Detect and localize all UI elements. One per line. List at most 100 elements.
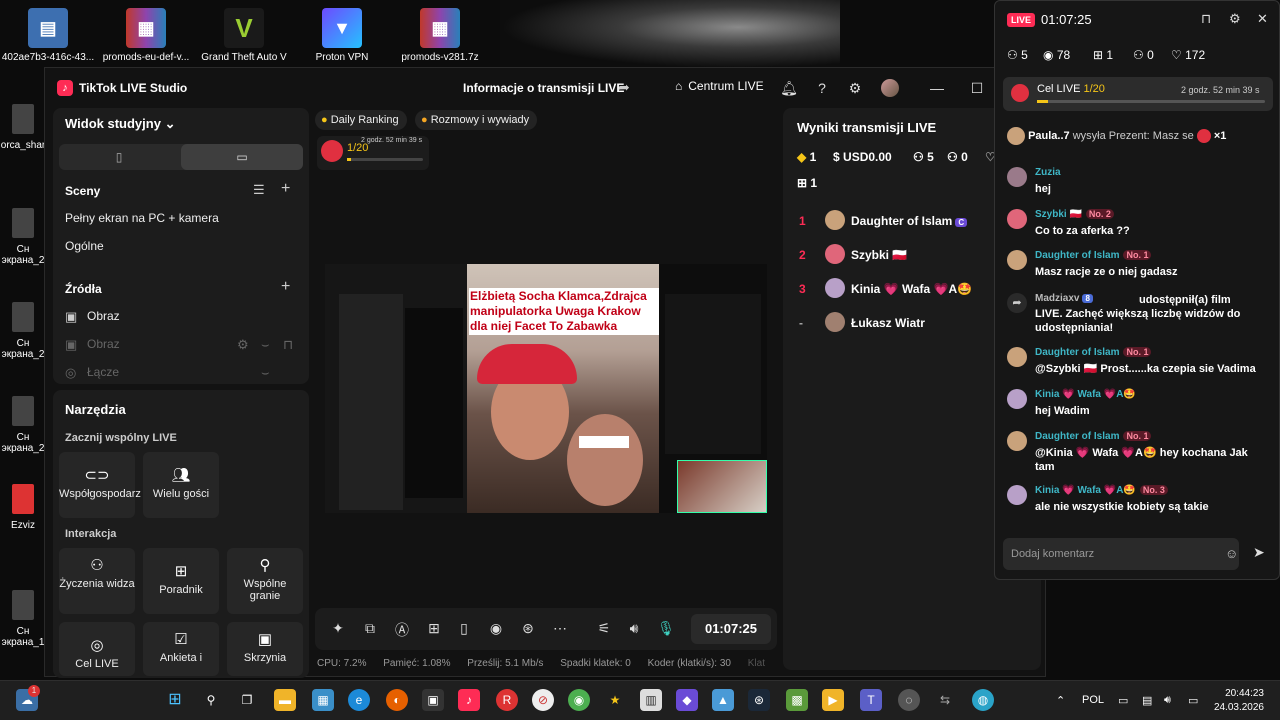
source-item[interactable]: Obraz [87,337,120,351]
windows-start-icon[interactable]: ⊞ [164,689,186,711]
app-icon[interactable]: ◍ [972,689,994,711]
cohost-button[interactable]: ⊂⊃ Współgospodarz [59,452,141,518]
scene-item[interactable]: Pełny ekran na PC + kamera [65,211,219,225]
effects-icon[interactable]: ⧉ [361,620,379,637]
app-icon[interactable]: ▥ [640,689,662,711]
encoder-stat: Koder (klatki/s): 30 [647,658,731,669]
steam-icon[interactable]: ⊛ [748,689,770,711]
app-icon[interactable]: ★ [604,689,626,711]
volume-icon[interactable]: 🔊︎ [1164,694,1171,707]
more-icon[interactable]: ⋯ [551,620,569,637]
file-explorer-icon[interactable]: ▬ [274,689,296,711]
daily-ranking-pill[interactable]: ● Daily Ranking [315,110,407,130]
desktop-icon-file[interactable]: ▤ 402ae7b3-416c-43... [0,4,96,63]
treasure-box-button[interactable]: ▣ Skrzynia [227,622,303,676]
scene-item[interactable]: Ogólne [65,239,104,253]
add-scene-icon[interactable]: + [281,180,290,198]
firefox-icon[interactable]: ◐ [386,689,408,711]
gear-icon[interactable]: ⚙ [1229,11,1241,27]
lock-icon[interactable]: ⊓ [283,337,293,353]
chrome-icon[interactable]: ◉ [568,689,590,711]
speaker-icon[interactable]: 🔊︎ [625,620,643,637]
scene-switch-icon[interactable]: ⊞ [425,620,443,637]
desktop-icon-promods-7z[interactable]: ▦ promods-v281.7z [392,4,488,63]
app-icon[interactable]: ◌ [898,689,920,711]
settings-icon[interactable]: ⚙ [237,337,249,353]
sliders-icon[interactable]: ⚟ [595,620,613,637]
studio-view-dropdown[interactable]: Widok studyjny ⌄ [65,116,175,132]
hide-icon[interactable]: ⌣ [261,365,270,381]
desktop-icon-screenshot[interactable]: Сн экрана_2 [0,396,46,454]
results-title: Wyniki transmisji LIVE [797,120,937,135]
task-view-icon[interactable]: ❐ [236,689,258,711]
app-icon[interactable]: ▩ [786,689,808,711]
diamonds-stat: ◆ 1 [797,150,817,164]
app-icon[interactable]: ▶ [822,689,844,711]
app-icon[interactable]: ⇆ [934,689,956,711]
minimize-icon[interactable]: — [927,78,947,98]
magic-wand-icon[interactable]: ✦ [329,620,347,637]
category-pill[interactable]: ● Rozmowy i wywiady [415,110,538,130]
add-source-icon[interactable]: + [281,278,290,296]
ai-icon[interactable]: Ⓐ [393,620,411,640]
record-icon[interactable]: ◉ [487,620,505,637]
edge-icon[interactable]: e [348,689,370,711]
desktop-icon-promods-def[interactable]: ▦ promods-eu-def-v... [98,4,194,63]
live-info-link[interactable]: Informacje o transmisji LIVE [463,81,624,95]
comment-input[interactable]: Dodaj komentarz [1003,538,1239,570]
battery-icon[interactable]: ▭ [1188,694,1198,707]
desktop-icon-orca[interactable]: orca_shar [0,104,46,151]
app-icon[interactable]: ◆ [676,689,698,711]
desktop-icon-ezviz[interactable]: Ezviz [0,484,46,531]
desktop-icon-screenshot[interactable]: Сн экрана_2 [0,208,46,266]
source-item[interactable]: Łącze [87,365,119,379]
bell-icon[interactable]: 🔔︎ [779,78,799,98]
app-icon[interactable]: R [496,689,518,711]
tiktok-icon[interactable]: ♪ [458,689,480,711]
camera-icon[interactable]: ⊛ [519,620,537,637]
landscape-tab[interactable]: ▭ [181,144,303,170]
source-item[interactable]: Obraz [87,309,120,323]
phone-icon[interactable]: ▯ [455,620,473,637]
guide-button[interactable]: ⊞ Poradnik [143,548,219,614]
app-icon[interactable]: ⊘ [532,689,554,711]
file-icon [12,104,34,134]
tray-chevron-icon[interactable]: ⌃ [1056,694,1065,707]
network-icon[interactable]: ▤ [1142,694,1152,707]
live-goal-button[interactable]: ◎ Cel LIVE [59,622,135,676]
tray-icon[interactable]: ▭ [1118,694,1128,707]
live-goal-widget[interactable]: 1/20 2 godz. 52 min 39 s [317,136,429,170]
desktop-icon-screenshot[interactable]: Сн экрана_1 [0,590,46,648]
help-icon[interactable]: ? [812,78,832,98]
emoji-icon[interactable]: ☺ [1225,546,1238,561]
live-goal-card[interactable]: Cel LIVE 1/20 2 godz. 52 min 39 s [1003,77,1273,111]
share-icon[interactable]: ➦ [618,79,630,96]
gear-icon[interactable]: ⚙ [845,78,865,98]
app-icon[interactable]: ▣ [422,689,444,711]
centrum-live-button[interactable]: ⌂ Centrum LIVE [675,79,764,93]
avatar[interactable] [881,79,899,97]
desktop-icon-protonvpn[interactable]: ▼ Proton VPN [294,4,390,63]
close-icon[interactable]: ✕ [1257,11,1268,27]
app-icon[interactable]: ▦ [312,689,334,711]
search-icon[interactable]: ⚲ [200,689,222,711]
input-language[interactable]: POL [1082,694,1104,706]
send-icon[interactable]: ➤ [1253,544,1265,561]
multi-guest-button[interactable]: 👥︎ Wielu gości [143,452,219,518]
poll-button[interactable]: ☑ Ankieta i [143,622,219,676]
portrait-tab[interactable]: ▯ [59,144,179,170]
viewer-wishes-button[interactable]: ⚇ Życzenia widza [59,548,135,614]
maximize-icon[interactable]: ☐ [967,78,987,98]
desktop-icon-screenshot[interactable]: Сн экрана_2 [0,302,46,360]
microphone-icon[interactable]: 🎙︎ [657,620,675,637]
avatar [825,210,845,230]
lock-icon[interactable]: ⊓ [1201,11,1211,27]
hide-icon[interactable]: ⌣ [261,337,270,353]
photos-icon[interactable]: ▲ [712,689,734,711]
teams-icon[interactable]: T [860,689,882,711]
clock[interactable]: 20:44:23 24.03.2026 [1214,687,1264,715]
desktop-icon-gta[interactable]: V Grand Theft Auto V [196,4,292,63]
list-icon[interactable]: ☰ [253,182,265,198]
co-play-button[interactable]: ⚲ Wspólne granie [227,548,303,614]
follow-icon: ⚇ [947,150,958,164]
